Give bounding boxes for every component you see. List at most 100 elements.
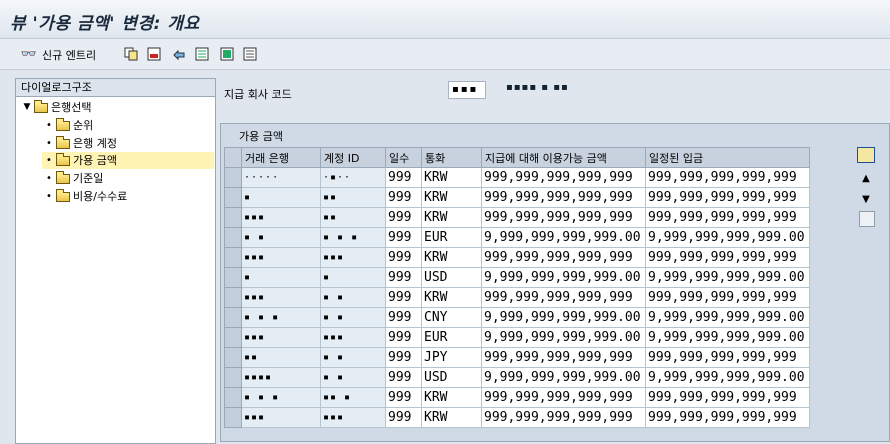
available-amount-cell[interactable]: 9,999,999,999,999.00	[481, 307, 646, 328]
days-cell[interactable]: 999	[385, 347, 422, 368]
scroll-up-icon[interactable]: ▲	[857, 169, 875, 187]
planned-incoming-cell[interactable]: 999,999,999,999,999	[645, 347, 810, 368]
currency-cell[interactable]: JPY	[421, 347, 482, 368]
delete-icon[interactable]	[146, 46, 162, 62]
scroll-down-icon[interactable]: ▼	[857, 190, 875, 208]
select-all-icon[interactable]	[194, 46, 210, 62]
row-selector[interactable]	[224, 227, 242, 248]
tree-node-value-date[interactable]: • 기준일	[42, 170, 103, 187]
table-row[interactable]: ▪ ▪ 999 USD 9,999,999,999,999.00 9,999,999,99…	[224, 267, 810, 288]
scroll-thumb[interactable]	[859, 211, 875, 227]
column-header-account-id[interactable]: 계정 ID	[320, 147, 386, 168]
days-cell[interactable]: 999	[385, 367, 422, 388]
table-settings-icon[interactable]	[857, 147, 875, 163]
planned-incoming-cell[interactable]: 9,999,999,999,999.00	[645, 327, 810, 348]
currency-cell[interactable]: KRW	[421, 207, 482, 228]
select-all-header[interactable]	[224, 147, 242, 168]
currency-cell[interactable]: KRW	[421, 387, 482, 408]
available-amount-cell[interactable]: 999,999,999,999,999	[481, 407, 646, 428]
table-row[interactable]: ▪▪▪ ▪▪▪ 999 KRW 999,999,999,999,999 999,999,9…	[224, 247, 810, 268]
deselect-all-icon[interactable]	[242, 46, 258, 62]
tree-node-bank-accounts[interactable]: • 은행 계정	[42, 135, 117, 152]
expand-arrow-icon[interactable]: ▼	[20, 99, 34, 116]
row-selector[interactable]	[224, 247, 242, 268]
planned-incoming-cell[interactable]: 999,999,999,999,999	[645, 207, 810, 228]
column-header-planned-incoming[interactable]: 일정된 입금	[645, 147, 810, 168]
currency-cell[interactable]: EUR	[421, 227, 482, 248]
days-cell[interactable]: 999	[385, 407, 422, 428]
row-selector[interactable]	[224, 327, 242, 348]
glasses-icon[interactable]: 👓	[21, 46, 37, 62]
planned-incoming-cell[interactable]: 999,999,999,999,999	[645, 287, 810, 308]
available-amount-cell[interactable]: 999,999,999,999,999	[481, 347, 646, 368]
planned-incoming-cell[interactable]: 999,999,999,999,999	[645, 187, 810, 208]
currency-cell[interactable]: CNY	[421, 307, 482, 328]
table-row[interactable]: ▪▪ ▪ ▪ 999 JPY 999,999,999,999,999 999,999,99…	[224, 347, 810, 368]
new-entries-button[interactable]: 신규 엔트리	[42, 47, 96, 63]
days-cell[interactable]: 999	[385, 267, 422, 288]
row-selector[interactable]	[224, 267, 242, 288]
row-selector[interactable]	[224, 387, 242, 408]
copy-icon[interactable]	[123, 46, 139, 62]
planned-incoming-cell[interactable]: 999,999,999,999,999	[645, 167, 810, 188]
available-amount-cell[interactable]: 999,999,999,999,999	[481, 287, 646, 308]
table-row[interactable]: ▪ ▪ ▪ ▪▪ ▪ 999 KRW 999,999,999,999,999 999,99…	[224, 387, 810, 408]
available-amount-cell[interactable]: 999,999,999,999,999	[481, 247, 646, 268]
column-header-available-amount[interactable]: 지급에 대해 이용가능 금액	[481, 147, 646, 168]
table-scrollbar[interactable]: ▲ ▼	[857, 147, 877, 437]
days-cell[interactable]: 999	[385, 287, 422, 308]
planned-incoming-cell[interactable]: 999,999,999,999,999	[645, 387, 810, 408]
tree-node-ranking[interactable]: • 순위	[42, 117, 93, 134]
table-row[interactable]: ▪▪▪ ▪▪▪ 999 KRW 999,999,999,999,999 999,999,9…	[224, 407, 810, 428]
currency-cell[interactable]: KRW	[421, 407, 482, 428]
table-row[interactable]: ▪ ▪ ▪ ▪ ▪ 999 EUR 9,999,999,999,999.00 9,999,…	[224, 227, 810, 248]
table-row[interactable]: ▪ ▪ ▪ ▪ ▪ 999 CNY 9,999,999,999,999.00 9,999,…	[224, 307, 810, 328]
row-selector[interactable]	[224, 287, 242, 308]
available-amount-cell[interactable]: 9,999,999,999,999.00	[481, 367, 646, 388]
days-cell[interactable]: 999	[385, 307, 422, 328]
available-amount-cell[interactable]: 999,999,999,999,999	[481, 387, 646, 408]
row-selector[interactable]	[224, 347, 242, 368]
row-selector[interactable]	[224, 307, 242, 328]
table-row[interactable]: ▪▪▪▪ ▪ ▪ 999 USD 9,999,999,999,999.00 9,999,9…	[224, 367, 810, 388]
planned-incoming-cell[interactable]: 9,999,999,999,999.00	[645, 227, 810, 248]
currency-cell[interactable]: KRW	[421, 247, 482, 268]
currency-cell[interactable]: KRW	[421, 287, 482, 308]
currency-cell[interactable]: EUR	[421, 327, 482, 348]
undo-icon[interactable]	[171, 46, 187, 62]
planned-incoming-cell[interactable]: 9,999,999,999,999.00	[645, 367, 810, 388]
available-amount-cell[interactable]: 999,999,999,999,999	[481, 187, 646, 208]
column-header-days[interactable]: 일수	[385, 147, 422, 168]
days-cell[interactable]: 999	[385, 167, 422, 188]
tree-node-bank-selection[interactable]: ▼ 은행선택	[20, 99, 91, 116]
row-selector[interactable]	[224, 207, 242, 228]
row-selector[interactable]	[224, 367, 242, 388]
row-selector[interactable]	[224, 167, 242, 188]
row-selector[interactable]	[224, 407, 242, 428]
currency-cell[interactable]: KRW	[421, 167, 482, 188]
available-amount-cell[interactable]: 999,999,999,999,999	[481, 207, 646, 228]
table-row[interactable]: ▪▪▪ ▪▪ 999 KRW 999,999,999,999,999 999,999,99…	[224, 207, 810, 228]
paying-company-code-field[interactable]: ▪▪▪	[448, 81, 486, 99]
planned-incoming-cell[interactable]: 999,999,999,999,999	[645, 407, 810, 428]
days-cell[interactable]: 999	[385, 387, 422, 408]
tree-node-charges[interactable]: • 비용/수수료	[42, 188, 127, 205]
days-cell[interactable]: 999	[385, 207, 422, 228]
days-cell[interactable]: 999	[385, 327, 422, 348]
currency-cell[interactable]: USD	[421, 267, 482, 288]
column-header-currency[interactable]: 통화	[421, 147, 482, 168]
column-header-bank[interactable]: 거래 은행	[241, 147, 321, 168]
table-row[interactable]: ▪▪▪ ▪ ▪ 999 KRW 999,999,999,999,999 999,999,9…	[224, 287, 810, 308]
planned-incoming-cell[interactable]: 9,999,999,999,999.00	[645, 267, 810, 288]
currency-cell[interactable]: KRW	[421, 187, 482, 208]
row-selector[interactable]	[224, 187, 242, 208]
table-row[interactable]: ····· ·▪·· 999 KRW 999,999,999,999,999 999,99…	[224, 167, 810, 188]
planned-incoming-cell[interactable]: 999,999,999,999,999	[645, 247, 810, 268]
days-cell[interactable]: 999	[385, 227, 422, 248]
days-cell[interactable]: 999	[385, 187, 422, 208]
table-row[interactable]: ▪▪▪ ▪▪▪ 999 EUR 9,999,999,999,999.00 9,999,99…	[224, 327, 810, 348]
planned-incoming-cell[interactable]: 9,999,999,999,999.00	[645, 307, 810, 328]
available-amount-cell[interactable]: 999,999,999,999,999	[481, 167, 646, 188]
available-amount-cell[interactable]: 9,999,999,999,999.00	[481, 267, 646, 288]
table-row[interactable]: ▪ ▪▪ 999 KRW 999,999,999,999,999 999,999,999,…	[224, 187, 810, 208]
